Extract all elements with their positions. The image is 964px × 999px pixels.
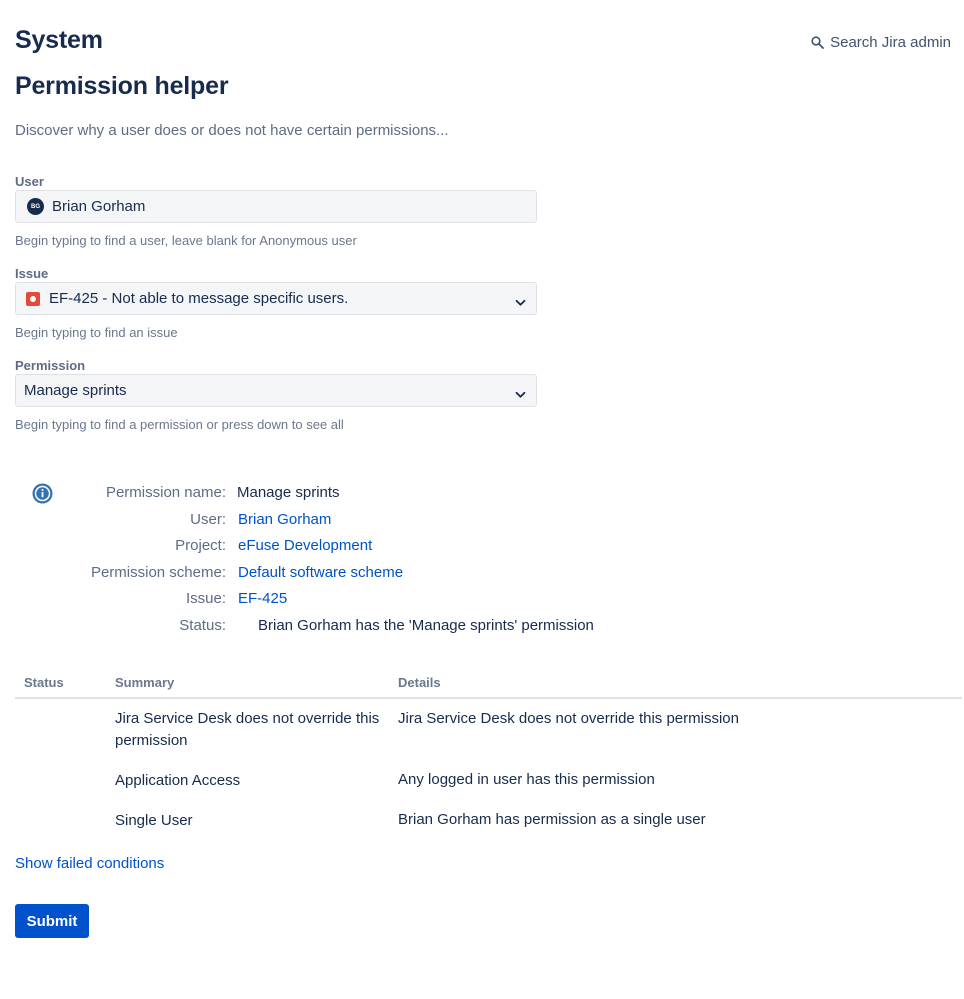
- issue-field-help: Begin typing to find an issue: [15, 325, 178, 340]
- result-link-permission-scheme[interactable]: Default software scheme: [238, 564, 403, 581]
- user-field[interactable]: BG Brian Gorham: [15, 190, 537, 223]
- result-label-permission-scheme: Permission scheme:: [90, 564, 226, 581]
- result-value-status: Brian Gorham has the 'Manage sprints' pe…: [258, 617, 594, 634]
- result-link-user[interactable]: Brian Gorham: [238, 511, 331, 528]
- issue-field-label: Issue: [15, 266, 49, 281]
- table-header-status: Status: [24, 675, 64, 690]
- table-cell-summary: Jira Service Desk does not override this: [115, 710, 380, 727]
- result-label-project: Project:: [175, 537, 226, 554]
- table-cell-details: Brian Gorham has permission as a single …: [398, 811, 706, 828]
- table-cell-details: Jira Service Desk does not override this…: [398, 710, 739, 727]
- table-cell-summary: Application Access: [115, 772, 241, 789]
- result-link-issue[interactable]: EF-425: [238, 590, 287, 607]
- info-icon: [32, 483, 53, 509]
- issue-select-value: EF-425 - Not able to message specific us…: [49, 290, 349, 307]
- user-field-label: User: [15, 174, 44, 189]
- table-divider: [15, 697, 962, 699]
- result-label-issue: Issue:: [185, 590, 226, 607]
- table-header-summary: Summary: [115, 675, 175, 690]
- show-failed-conditions-link[interactable]: Show failed conditions: [15, 855, 164, 872]
- page-description: Discover why a user does or does not hav…: [15, 122, 449, 139]
- result-label-permission-name: Permission name:: [105, 484, 226, 501]
- issue-select[interactable]: EF-425 - Not able to message specific us…: [15, 282, 537, 315]
- permission-select-value: Manage sprints: [24, 382, 127, 399]
- result-link-project[interactable]: eFuse Development: [238, 537, 372, 554]
- table-cell-details: Any logged in user has this permission: [398, 771, 655, 788]
- submit-button[interactable]: Submit: [15, 904, 89, 938]
- chevron-down-icon: [515, 294, 526, 311]
- search-admin-link[interactable]: Search Jira admin: [811, 34, 951, 51]
- page-title: Permission helper: [15, 72, 229, 100]
- result-value-permission-name: Manage sprints: [237, 484, 340, 501]
- header-title: System: [15, 26, 103, 54]
- user-field-value: Brian Gorham: [52, 198, 146, 215]
- table-header-details: Details: [398, 675, 441, 690]
- permission-select[interactable]: Manage sprints: [15, 374, 537, 407]
- result-label-user: User:: [190, 511, 226, 528]
- search-admin-label: Search Jira admin: [830, 34, 951, 51]
- avatar: BG: [27, 198, 44, 215]
- search-icon: [811, 36, 825, 49]
- user-field-help: Begin typing to find a user, leave blank…: [15, 233, 357, 248]
- result-label-status: Status:: [179, 617, 226, 634]
- chevron-down-icon: [515, 386, 526, 403]
- bug-icon: [26, 291, 40, 306]
- table-cell-summary: Single User: [115, 812, 193, 829]
- table-cell-summary-cont: permission: [115, 732, 188, 749]
- permission-field-label: Permission: [15, 358, 86, 373]
- permission-field-help: Begin typing to find a permission or pre…: [15, 417, 344, 432]
